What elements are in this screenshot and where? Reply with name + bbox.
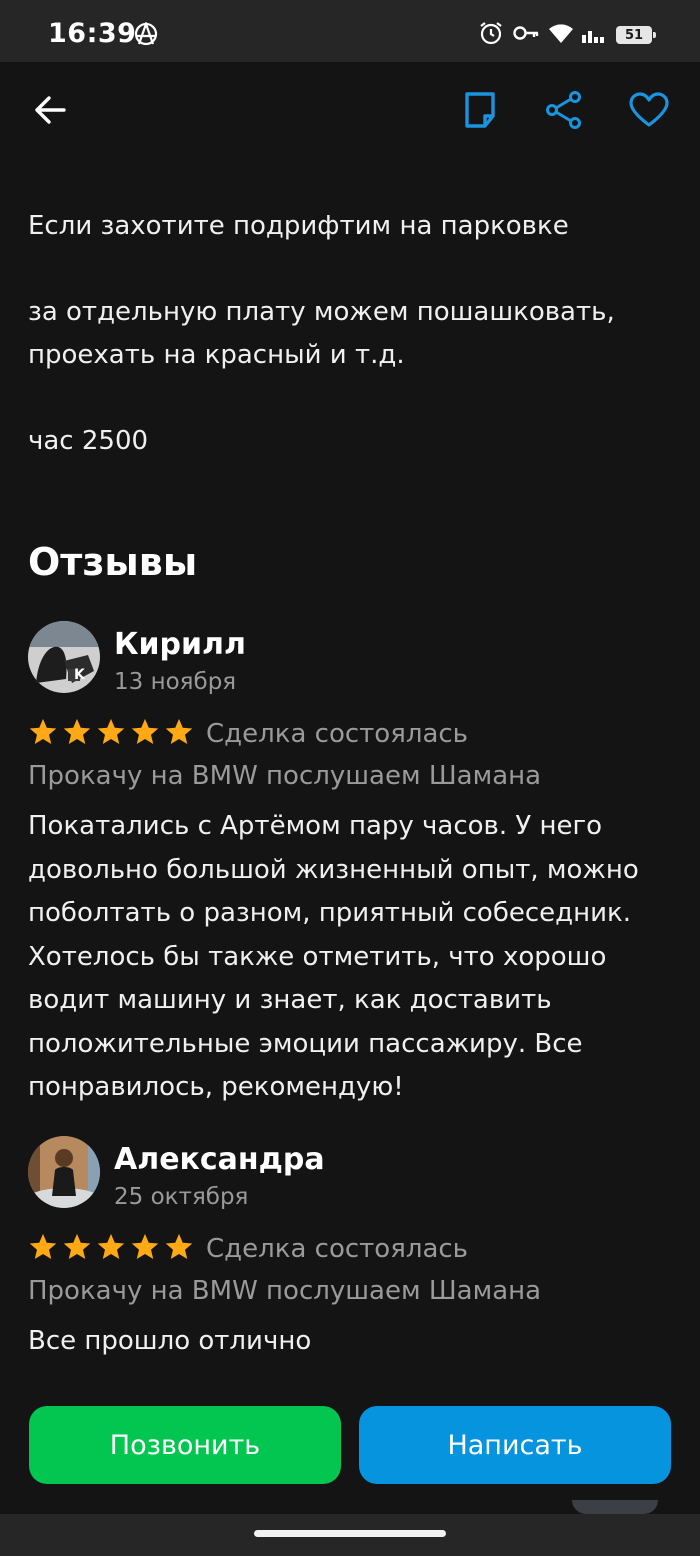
note-icon[interactable] (452, 82, 508, 138)
star-icon (28, 1232, 58, 1266)
anarchy-icon (134, 20, 158, 50)
star-icon (130, 1232, 160, 1266)
signal-icon (582, 23, 608, 47)
star-icon (164, 717, 194, 751)
write-message-button[interactable]: Написать (359, 1406, 671, 1484)
heart-icon[interactable] (621, 82, 677, 138)
wifi-icon (548, 22, 574, 48)
key-icon (512, 23, 540, 47)
scroll-peek-thumbnail (572, 1500, 658, 1514)
review-date: 13 ноября (114, 669, 237, 695)
listing-description: Если захотите подрифтим на парковке за о… (28, 205, 668, 463)
deal-status: Сделка состоялась (206, 719, 469, 749)
svg-text:K: K (74, 667, 86, 683)
avatar[interactable]: K (28, 621, 100, 693)
reviewed-listing-title[interactable]: Прокачу на BMW послушаем Шамана (28, 1276, 541, 1306)
toolbar (0, 62, 700, 162)
status-time: 16:39 (48, 18, 137, 49)
description-line: час 2500 (28, 426, 149, 456)
star-icon (130, 717, 160, 751)
star-icon (164, 1232, 194, 1266)
review-text: Покатались с Артёмом пару часов. У него … (28, 811, 639, 1102)
status-bar: 16:39 51 (0, 0, 700, 62)
star-icon (62, 717, 92, 751)
star-icon (62, 1232, 92, 1266)
system-nav-bar (0, 1514, 700, 1556)
star-rating (28, 1232, 194, 1266)
reviews-title: Отзывы (28, 540, 198, 584)
rating-row: Сделка состоялась (28, 1232, 468, 1266)
description-line: Если захотите подрифтим на парковке (28, 211, 569, 241)
review-text: Все прошло отлично (28, 1326, 312, 1356)
deal-status: Сделка состоялась (206, 1234, 469, 1264)
star-icon (28, 717, 58, 751)
star-icon (96, 717, 126, 751)
description-line: за отдельную плату можем пошашковать, пр… (28, 297, 615, 370)
review-date: 25 октября (114, 1184, 249, 1210)
alarm-icon (478, 20, 504, 50)
reviewed-listing-title[interactable]: Прокачу на BMW послушаем Шамана (28, 761, 541, 791)
rating-row: Сделка состоялась (28, 717, 468, 751)
star-rating (28, 717, 194, 751)
avatar[interactable] (28, 1136, 100, 1208)
home-indicator[interactable] (254, 1530, 446, 1537)
reviewer-name: Кирилл (114, 627, 246, 662)
star-icon (96, 1232, 126, 1266)
reviewer-name: Александра (114, 1142, 325, 1177)
battery-level: 51 (624, 27, 644, 43)
battery-icon: 51 (616, 26, 656, 44)
call-button[interactable]: Позвонить (29, 1406, 341, 1484)
back-arrow-icon[interactable] (22, 82, 78, 138)
share-icon[interactable] (536, 82, 592, 138)
